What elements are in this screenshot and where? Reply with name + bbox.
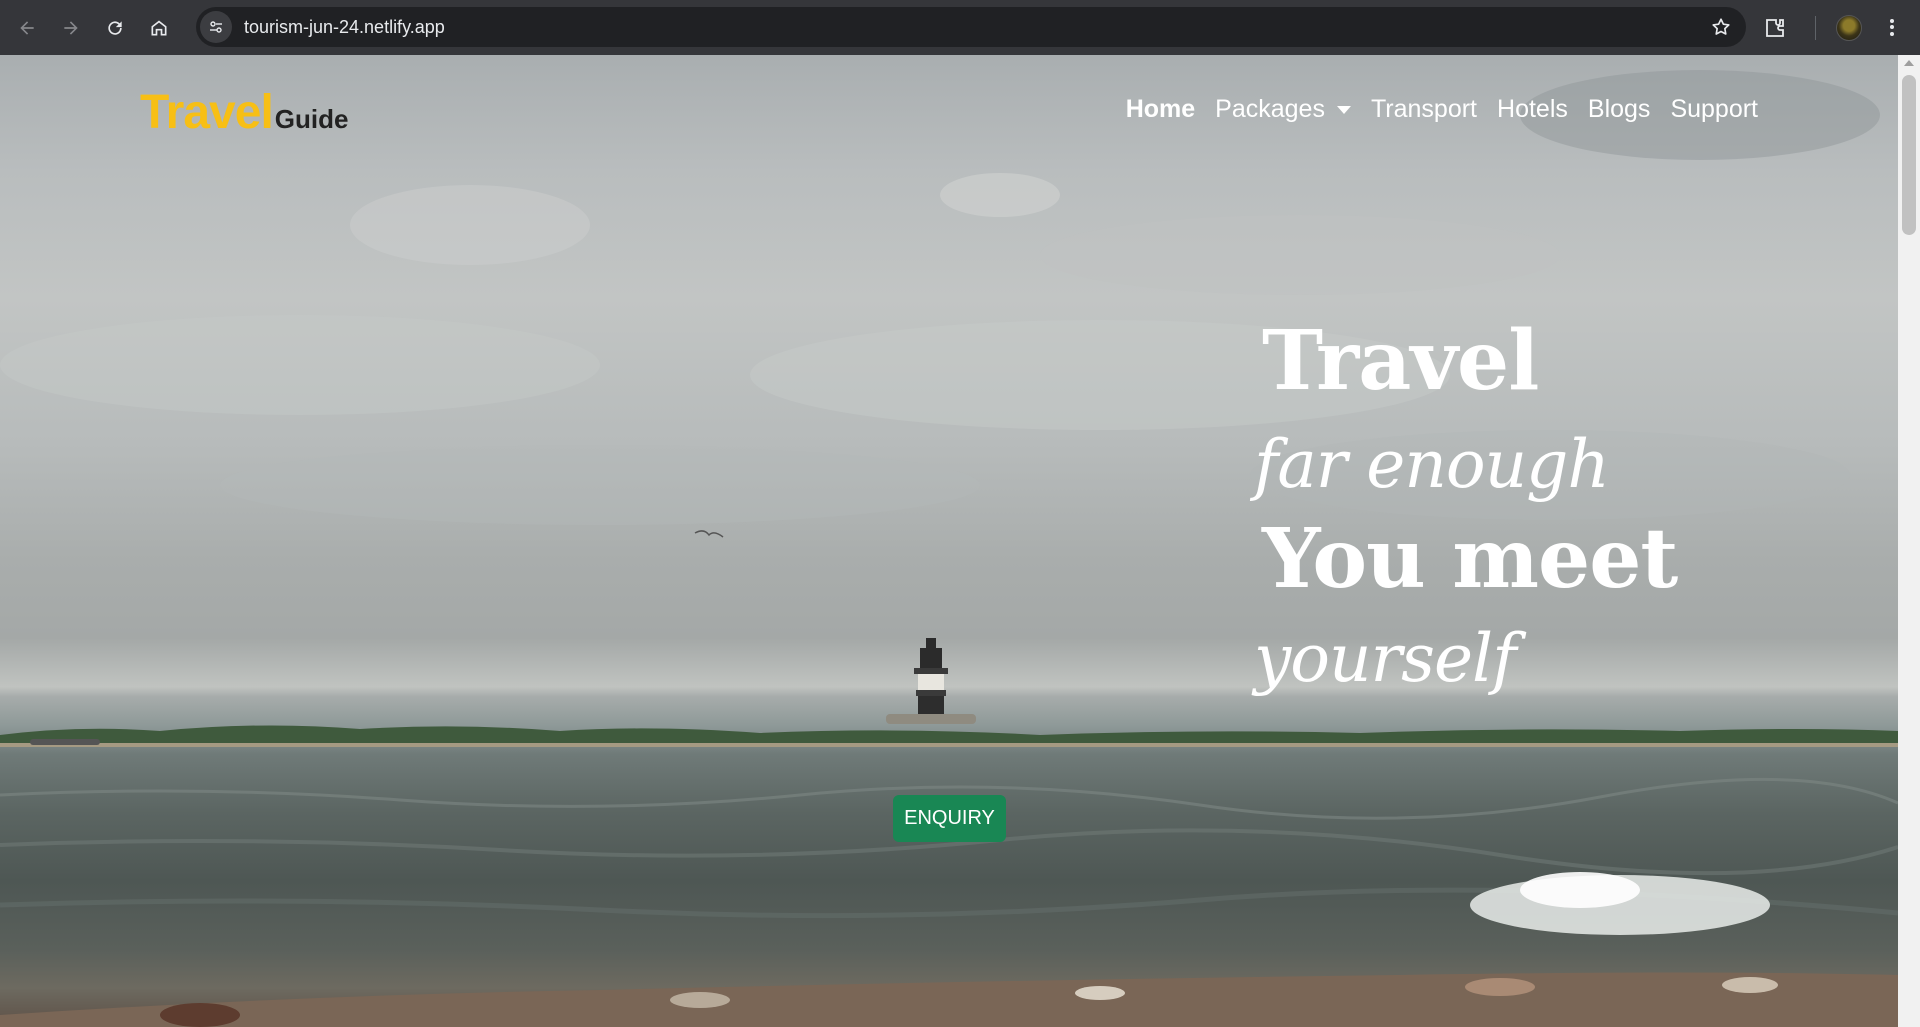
lighthouse-image bbox=[886, 638, 976, 724]
page-scrollbar[interactable] bbox=[1898, 55, 1920, 1027]
reload-button[interactable] bbox=[98, 11, 132, 45]
nav-transport-link[interactable]: Transport bbox=[1371, 95, 1477, 124]
back-button[interactable] bbox=[10, 11, 44, 45]
hero-line-travel: Travel bbox=[1262, 313, 1539, 409]
hero-line-you-meet: You meet bbox=[1262, 511, 1678, 607]
address-bar[interactable]: tourism-jun-24.netlify.app bbox=[196, 7, 1746, 47]
home-button[interactable] bbox=[142, 11, 176, 45]
arrow-left-icon bbox=[20, 20, 34, 35]
toolbar-divider bbox=[1815, 15, 1816, 40]
hero-section: Travel Guide Home Packages Transport Hot… bbox=[0, 55, 1898, 1027]
hero-line-yourself: yourself bbox=[1254, 620, 1517, 697]
scrollbar-thumb[interactable] bbox=[1902, 75, 1916, 235]
extensions-icon[interactable] bbox=[1763, 16, 1787, 40]
nav-blogs-link[interactable]: Blogs bbox=[1588, 95, 1651, 124]
bookmark-star-icon[interactable] bbox=[1710, 16, 1732, 38]
nav-home-link[interactable]: Home bbox=[1126, 95, 1195, 124]
caret-down-icon bbox=[1336, 105, 1351, 114]
site-info-button[interactable] bbox=[200, 11, 232, 43]
scroll-up-arrow-icon[interactable] bbox=[1904, 60, 1914, 66]
home-icon bbox=[151, 20, 167, 35]
main-navigation: Home Packages Transport Hotels Blogs Sup… bbox=[1126, 95, 1758, 124]
tune-icon bbox=[210, 21, 222, 33]
url-text[interactable]: tourism-jun-24.netlify.app bbox=[244, 17, 445, 38]
pebble-beach bbox=[0, 972, 1898, 1027]
nav-packages-dropdown[interactable]: Packages bbox=[1215, 95, 1351, 124]
reload-icon bbox=[108, 20, 122, 35]
arrow-right-icon bbox=[64, 20, 78, 35]
hero-heading: Travel far enough You meet yourself bbox=[1254, 313, 1678, 692]
enquiry-button[interactable]: ENQUIRY bbox=[893, 795, 1006, 842]
nav-hotels-link[interactable]: Hotels bbox=[1497, 95, 1568, 124]
logo-travel-text: Travel bbox=[140, 86, 274, 139]
forward-button[interactable] bbox=[54, 11, 88, 45]
profile-avatar[interactable] bbox=[1836, 14, 1862, 41]
hero-line-far-enough: far enough bbox=[1254, 426, 1610, 503]
nav-packages-label: Packages bbox=[1215, 95, 1325, 123]
bird-icon bbox=[694, 530, 724, 538]
nav-support-link[interactable]: Support bbox=[1670, 95, 1758, 124]
chrome-menu-icon[interactable] bbox=[1882, 16, 1902, 40]
site-logo[interactable]: Travel Guide bbox=[140, 85, 348, 140]
logo-guide-text: Guide bbox=[274, 104, 349, 134]
browser-toolbar: tourism-jun-24.netlify.app bbox=[0, 0, 1920, 55]
